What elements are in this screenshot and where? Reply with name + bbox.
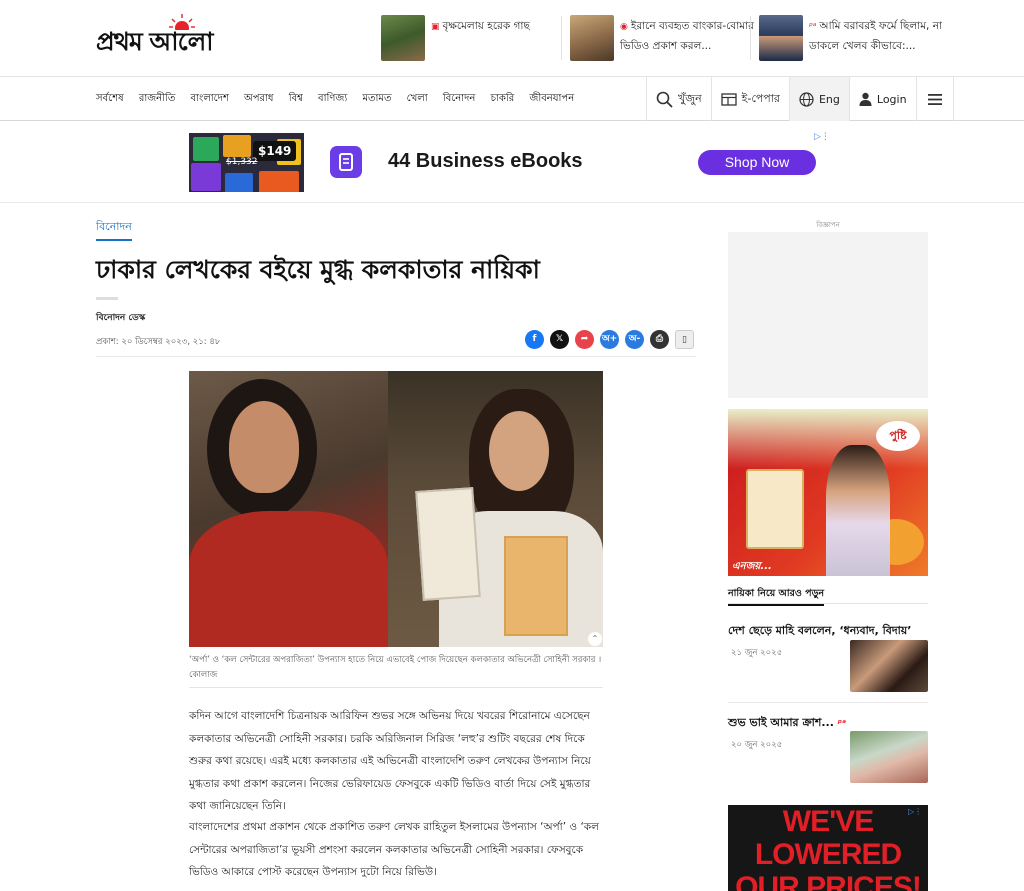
x-share-icon[interactable]: 𝕏	[550, 330, 569, 349]
nav-item-entertainment[interactable]: বিনোদন	[435, 91, 483, 108]
chevron-up-icon[interactable]: ⌃	[588, 632, 602, 646]
photo-shape	[489, 411, 549, 491]
camera-icon: ▣	[431, 22, 440, 32]
ad-text-line: WE'VE	[782, 805, 874, 838]
nav-tools: খুঁজুন ই-পেপার Eng Login	[646, 77, 954, 121]
author-name[interactable]: বিনোদন ডেস্ক	[96, 310, 145, 325]
video-icon: ◉	[620, 22, 628, 32]
article-headline: ঢাকার লেখকের বইয়ে মুগ্ধ কলকাতার নায়িকা	[96, 255, 540, 284]
nav-item-bangladesh[interactable]: বাংলাদেশ	[183, 91, 237, 108]
ad-text-line: LOWERED	[754, 838, 902, 871]
related-item-thumbnail[interactable]	[850, 640, 928, 692]
login-button[interactable]: Login	[848, 77, 916, 121]
premium-icon: ᵖᵃ	[837, 719, 847, 729]
related-item-date: ২০ জুন ২০২৫	[731, 740, 783, 750]
nav-item-latest[interactable]: সর্বশেষ	[96, 91, 131, 108]
divider	[189, 687, 603, 688]
article-paragraph: বাংলাদেশের প্রথমা প্রকাশন থেকে প্রকাশিত …	[189, 821, 599, 878]
main-nav: সর্বশেষ রাজনীতি বাংলাদেশ অপরাধ বিশ্ব বাণ…	[0, 77, 1024, 121]
teaser-title: ইরানে ব্যবহৃত বাংকার-বোমার ভিডিও প্রকাশ …	[620, 20, 754, 52]
adchoices-icon[interactable]: ▷⋮	[908, 807, 922, 816]
ad-shop-now-button[interactable]: Shop Now	[698, 150, 816, 175]
book-cover-image	[504, 536, 568, 636]
related-item-title[interactable]: দেশ ছেড়ে মাহি বললেন, ‘ধন্যবাদ, বিদায়’	[728, 622, 928, 641]
bottom-ad[interactable]: WE'VE LOWERED OUR PRICES! ▷⋮	[728, 805, 928, 891]
language-label: Eng	[818, 92, 840, 106]
divider	[728, 702, 928, 703]
nav-item-business[interactable]: বাণিজ্য	[310, 91, 354, 108]
divider	[96, 356, 696, 357]
site-logo[interactable]: প্রথম আলো	[96, 14, 281, 58]
pusti-tea-ad[interactable]: পুষ্টি এনজয়...	[728, 409, 928, 576]
published-date: প্রকাশ: ২০ ডিসেম্বর ২০২৩, ২১: ৪৮	[96, 337, 221, 347]
share-bar: f 𝕏 ➦ অ+ অ- ⎙ ▯	[525, 330, 694, 349]
photo-caption: ‘অর্পা’ ও ‘কল সেন্টারের অপরাজিতা’ উপন্যা…	[189, 655, 602, 680]
logo-text: প্রথম আলো	[96, 27, 214, 56]
divider	[96, 297, 118, 300]
tea-pack-image	[746, 469, 804, 549]
pusti-logo: পুষ্টি	[876, 421, 920, 451]
related-item-date: ২১ জুন ২০২৫	[731, 648, 783, 658]
adchoices-icon[interactable]: ▷⋮	[814, 132, 830, 142]
divider	[561, 16, 562, 60]
teaser-2[interactable]: ◉ ইরানে ব্যবহৃত বাংকার-বোমার ভিডিও প্রকাশ…	[570, 15, 760, 61]
newspaper-icon	[720, 92, 737, 106]
divider	[728, 603, 928, 604]
user-icon	[859, 92, 872, 106]
ad-text-line: OUR PRICES!	[735, 871, 922, 891]
menu-button[interactable]	[915, 77, 954, 121]
related-item-thumbnail[interactable]	[850, 731, 928, 783]
teaser-thumbnail	[759, 15, 803, 61]
premium-icon: ᵖᵃ	[809, 22, 817, 32]
divider	[750, 16, 751, 60]
nav-item-lifestyle[interactable]: জীবনযাপন	[522, 91, 582, 108]
photo-shape	[189, 511, 388, 647]
teaser-3[interactable]: ᵖᵃ আমি বরাবরই ফর্মে ছিলাম, না ডাকলে খেলব …	[759, 15, 949, 61]
teaser-thumbnail	[570, 15, 614, 61]
article-photo[interactable]: ⌃	[189, 371, 603, 647]
nav-item-opinion[interactable]: মতামত	[355, 91, 399, 108]
ad-label: বিজ্ঞাপন	[816, 221, 840, 229]
globe-icon	[799, 91, 814, 107]
ad-old-price: $1,332	[226, 157, 258, 167]
language-toggle[interactable]: Eng	[788, 77, 849, 121]
nav-item-sports[interactable]: খেলা	[399, 91, 435, 108]
related-item-title-text: শুভ ভাই আমার ক্রাশ...	[728, 716, 834, 729]
ad-brand-icon	[330, 146, 362, 178]
teaser-title: বৃক্ষমেলায় হরেক গাছ	[442, 20, 530, 32]
hamburger-menu-icon	[927, 93, 942, 105]
font-increase-icon[interactable]: অ+	[600, 330, 619, 349]
epaper-button[interactable]: ই-পেপার	[710, 77, 789, 121]
login-label: Login	[876, 92, 907, 106]
article-paragraph: কদিন আগে বাংলাদেশি চিত্রনায়ক আরিফিন শুভ…	[189, 710, 591, 812]
search-button[interactable]: খুঁজুন	[646, 77, 711, 121]
nav-menu: সর্বশেষ রাজনীতি বাংলাদেশ অপরাধ বিশ্ব বাণ…	[96, 77, 582, 121]
print-icon[interactable]: ⎙	[650, 330, 669, 349]
facebook-share-icon[interactable]: f	[525, 330, 544, 349]
search-label: খুঁজুন	[678, 91, 702, 105]
bookmark-icon[interactable]: ▯	[675, 330, 694, 349]
section-tag[interactable]: বিনোদন	[96, 218, 132, 241]
epaper-label: ই-পেপার	[741, 91, 780, 105]
ad-title: 44 Business eBooks	[388, 150, 583, 172]
ad-slogan: এনজয়...	[732, 561, 772, 572]
nav-item-crime[interactable]: অপরাধ	[236, 91, 281, 108]
ad-placeholder	[728, 232, 928, 398]
teaser-thumbnail	[381, 15, 425, 61]
ad-model-image	[826, 445, 890, 576]
teaser-title: আমি বরাবরই ফর্মে ছিলাম, না ডাকলে খেলব কী…	[809, 20, 943, 52]
top-header: প্রথম আলো ▣ বৃক্ষমেলায় হরেক গাছ ◉ ইরানে ব…	[0, 0, 1024, 77]
nav-item-world[interactable]: বিশ্ব	[281, 91, 310, 108]
photo-shape	[229, 401, 299, 493]
nav-item-jobs[interactable]: চাকরি	[483, 91, 522, 108]
search-icon	[656, 91, 673, 108]
book-cover-image	[415, 487, 481, 601]
teaser-1[interactable]: ▣ বৃক্ষমেলায় হরেক গাছ	[381, 15, 571, 61]
font-decrease-icon[interactable]: অ-	[625, 330, 644, 349]
ad-price: $149	[253, 141, 297, 161]
nav-item-politics[interactable]: রাজনীতি	[131, 91, 183, 108]
share-icon[interactable]: ➦	[575, 330, 594, 349]
